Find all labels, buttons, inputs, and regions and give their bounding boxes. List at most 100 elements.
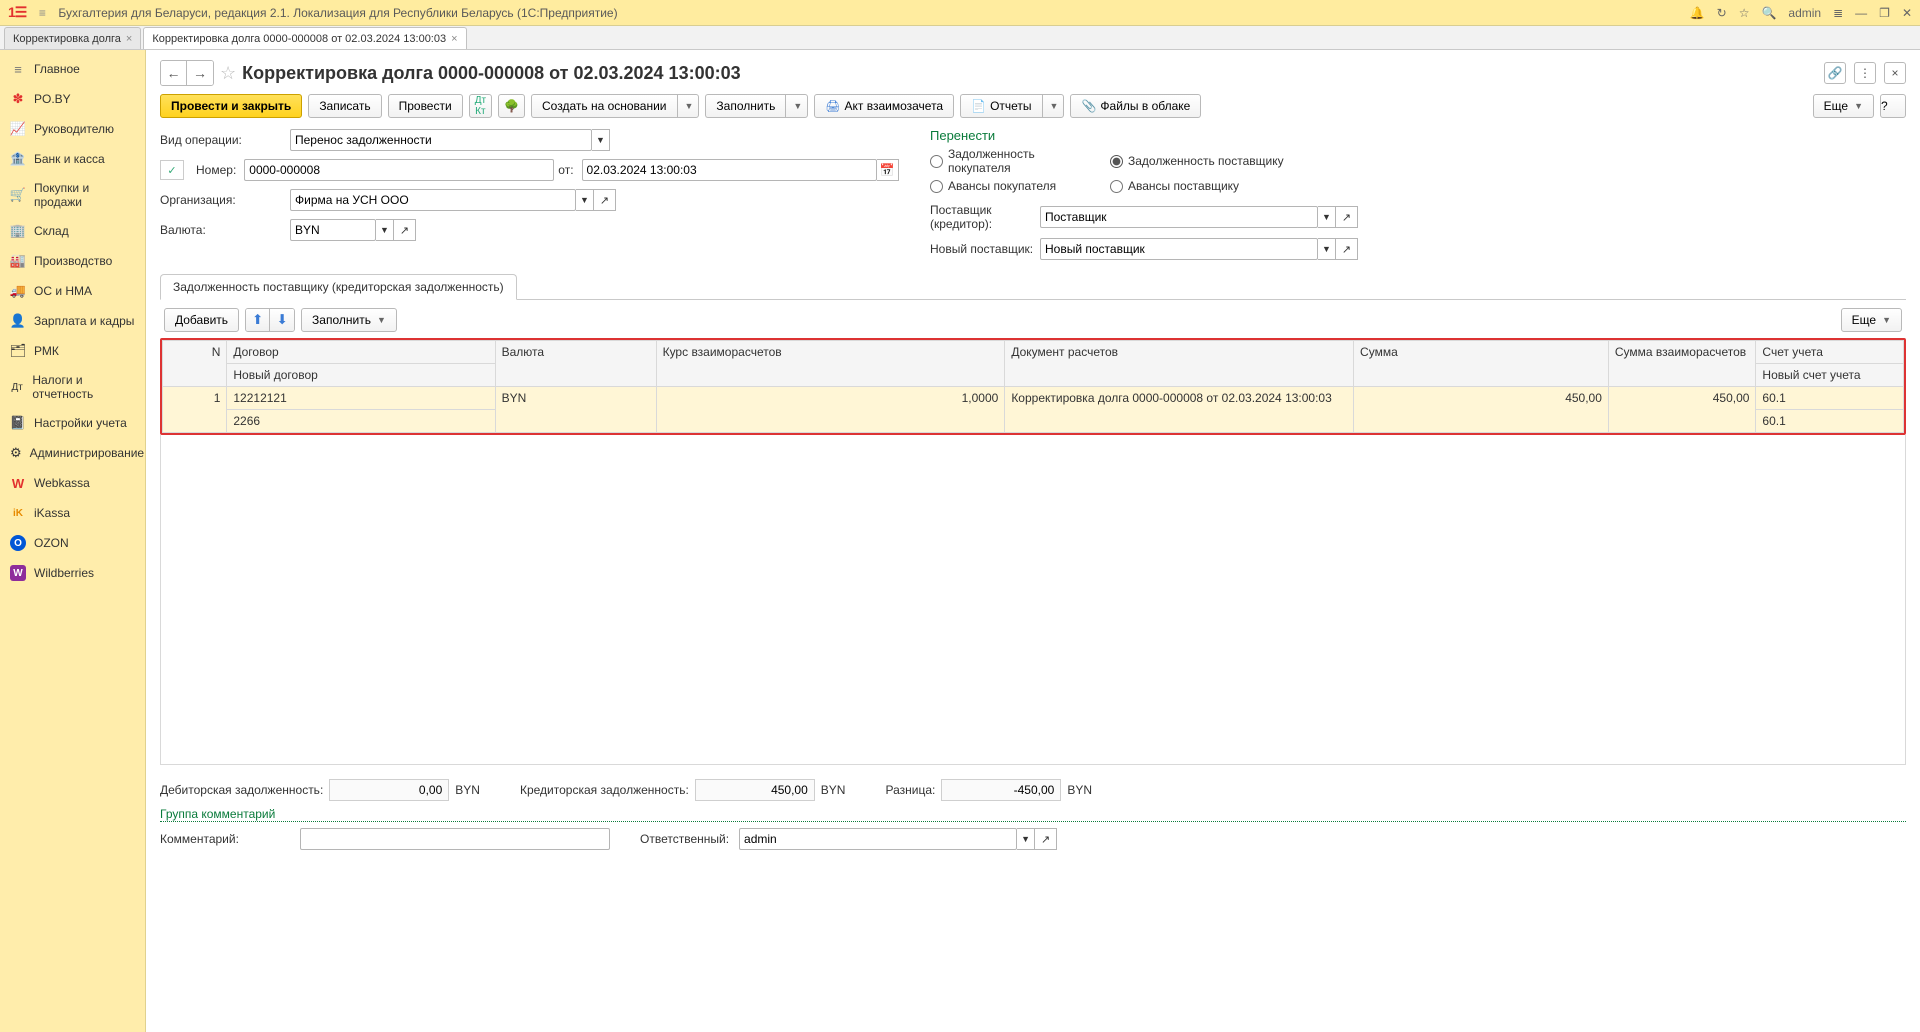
table-empty-space[interactable] <box>160 435 1906 765</box>
responsible-field[interactable] <box>739 828 1017 850</box>
cloud-files-button[interactable]: 📎Файлы в облаке <box>1070 94 1201 118</box>
th-new-acct[interactable]: Новый счет учета <box>1756 364 1904 387</box>
bell-icon[interactable]: 🔔 <box>1690 6 1705 20</box>
sidebar-item-settings[interactable]: 📓Настройки учета <box>0 408 145 438</box>
op-type-field[interactable] <box>290 129 592 151</box>
cell-acct[interactable]: 60.1 <box>1756 387 1904 410</box>
cell-n[interactable]: 1 <box>163 387 227 433</box>
calendar-icon[interactable]: 📅 <box>877 159 899 181</box>
radio-debt-buyer[interactable]: Задолженность покупателя <box>930 147 1100 175</box>
sidebar-item-wildberries[interactable]: WWildberries <box>0 558 145 588</box>
sidebar-item-rmk[interactable]: 🗂РМК <box>0 336 145 366</box>
tab-debt-document[interactable]: Корректировка долга 0000-000008 от 02.03… <box>143 27 466 49</box>
cell-sum2[interactable]: 450,00 <box>1608 387 1756 433</box>
currency-field[interactable] <box>290 219 376 241</box>
new-supplier-open-button[interactable]: ↗ <box>1336 238 1358 260</box>
reports-caret[interactable]: ▼ <box>1042 94 1065 118</box>
cell-doc[interactable]: Корректировка долга 0000-000008 от 02.03… <box>1005 387 1354 433</box>
org-open-button[interactable]: ↗ <box>594 189 616 211</box>
move-down-button[interactable]: ⬇ <box>270 309 294 331</box>
fill-button[interactable]: Заполнить <box>705 94 785 118</box>
number-field[interactable] <box>244 159 554 181</box>
save-button[interactable]: Записать <box>308 94 381 118</box>
responsible-open-button[interactable]: ↗ <box>1035 828 1057 850</box>
th-dogovor[interactable]: Договор <box>227 341 495 364</box>
th-n[interactable]: N <box>163 341 227 387</box>
radio-advance-supplier[interactable]: Авансы поставщику <box>1110 179 1290 193</box>
th-sum2[interactable]: Сумма взаиморасчетов <box>1608 341 1756 387</box>
responsible-dropdown[interactable]: ▼ <box>1017 828 1035 850</box>
history-icon[interactable]: ↻ <box>1717 6 1727 20</box>
help-button[interactable]: ? <box>1880 94 1906 118</box>
radio-debt-supplier[interactable]: Задолженность поставщику <box>1110 147 1290 175</box>
new-supplier-dropdown[interactable]: ▼ <box>1318 238 1336 260</box>
restore-icon[interactable]: ❐ <box>1879 6 1890 20</box>
sidebar-item-warehouse[interactable]: 🏢Склад <box>0 216 145 246</box>
sidebar-item-admin[interactable]: ⚙Администрирование <box>0 438 145 468</box>
table-add-button[interactable]: Добавить <box>164 308 239 332</box>
sidebar-item-hr[interactable]: 👤Зарплата и кадры <box>0 306 145 336</box>
settings-icon[interactable]: ≣ <box>1833 6 1843 20</box>
sidebar-item-bank[interactable]: 🏦Банк и касса <box>0 144 145 174</box>
create-based-button[interactable]: Создать на основании <box>531 94 677 118</box>
sidebar-item-poby[interactable]: ✽PO.BY <box>0 84 145 114</box>
hamburger-icon[interactable]: ≡ <box>32 6 52 20</box>
minimize-icon[interactable]: — <box>1855 6 1867 20</box>
th-new-dogovor[interactable]: Новый договор <box>227 364 495 387</box>
th-acct[interactable]: Счет учета <box>1756 341 1904 364</box>
radio-advance-buyer[interactable]: Авансы покупателя <box>930 179 1100 193</box>
fill-caret[interactable]: ▼ <box>785 94 808 118</box>
post-and-close-button[interactable]: Провести и закрыть <box>160 94 302 118</box>
supplier-open-button[interactable]: ↗ <box>1336 206 1358 228</box>
sidebar-item-production[interactable]: 🏭Производство <box>0 246 145 276</box>
org-dropdown[interactable]: ▼ <box>576 189 594 211</box>
link-icon[interactable]: 🔗 <box>1824 62 1846 84</box>
favorite-star-icon[interactable]: ☆ <box>220 63 236 84</box>
tab-debt-list[interactable]: Корректировка долга × <box>4 27 141 49</box>
kebab-icon[interactable]: ⋮ <box>1854 62 1876 84</box>
sidebar-item-webkassa[interactable]: WWebkassa <box>0 468 145 498</box>
currency-dropdown[interactable]: ▼ <box>376 219 394 241</box>
cell-currency[interactable]: BYN <box>495 387 656 433</box>
supplier-field[interactable] <box>1040 206 1318 228</box>
th-currency[interactable]: Валюта <box>495 341 656 387</box>
act-button[interactable]: 🖨Акт взаимозачета <box>814 94 954 118</box>
close-window-icon[interactable]: ✕ <box>1902 6 1912 20</box>
sidebar-item-taxes[interactable]: ДтНалоги и отчетность <box>0 366 145 408</box>
new-supplier-field[interactable] <box>1040 238 1318 260</box>
cell-dogovor[interactable]: 12212121 <box>227 387 495 410</box>
cell-new-acct[interactable]: 60.1 <box>1756 410 1904 433</box>
search-icon[interactable]: 🔍 <box>1761 6 1776 20</box>
cell-sum[interactable]: 450,00 <box>1354 387 1609 433</box>
th-sum[interactable]: Сумма <box>1354 341 1609 387</box>
cell-new-dogovor[interactable]: 2266 <box>227 410 495 433</box>
close-form-icon[interactable]: × <box>1884 62 1906 84</box>
sidebar-item-sales[interactable]: 🛒Покупки и продажи <box>0 174 145 216</box>
sidebar-item-ozon[interactable]: OOZON <box>0 528 145 558</box>
more-button[interactable]: Еще▼ <box>1813 94 1874 118</box>
star-icon[interactable]: ☆ <box>1739 6 1750 20</box>
table-row[interactable]: 1 12212121 BYN 1,0000 Корректировка долг… <box>163 387 1904 410</box>
sidebar-item-ikassa[interactable]: iKiKassa <box>0 498 145 528</box>
table-fill-button[interactable]: Заполнить▼ <box>301 308 397 332</box>
sidebar-item-manager[interactable]: 📈Руководителю <box>0 114 145 144</box>
date-field[interactable] <box>582 159 877 181</box>
currency-open-button[interactable]: ↗ <box>394 219 416 241</box>
reports-button[interactable]: 📄Отчеты <box>960 94 1041 118</box>
org-field[interactable] <box>290 189 576 211</box>
nav-forward-button[interactable]: → <box>187 61 213 85</box>
post-button[interactable]: Провести <box>388 94 463 118</box>
create-based-caret[interactable]: ▼ <box>677 94 700 118</box>
subtab-supplier-debt[interactable]: Задолженность поставщику (кредиторская з… <box>160 274 517 300</box>
table-more-button[interactable]: Еще▼ <box>1841 308 1902 332</box>
cell-rate[interactable]: 1,0000 <box>656 387 1005 433</box>
sidebar-item-assets[interactable]: 🚚ОС и НМА <box>0 276 145 306</box>
op-type-dropdown[interactable]: ▼ <box>592 129 610 151</box>
structure-button[interactable]: 🌳 <box>498 94 525 118</box>
user-label[interactable]: admin <box>1788 6 1821 20</box>
supplier-dropdown[interactable]: ▼ <box>1318 206 1336 228</box>
th-rate[interactable]: Курс взаиморасчетов <box>656 341 1005 387</box>
dtkt-button[interactable]: ДтКт <box>469 94 492 118</box>
comment-group-link[interactable]: Группа комментарий <box>160 807 1906 822</box>
comment-field[interactable] <box>300 828 610 850</box>
